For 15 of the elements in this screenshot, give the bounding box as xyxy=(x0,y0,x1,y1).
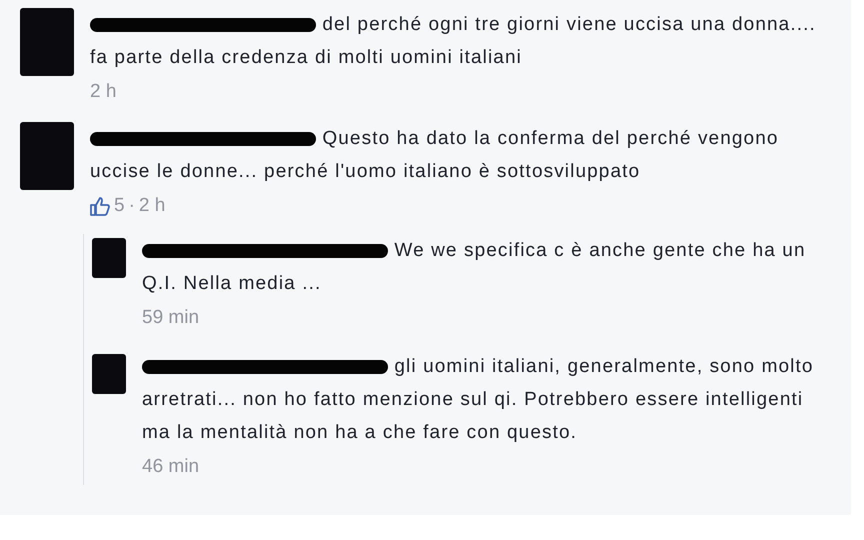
thumbs-up-icon[interactable] xyxy=(90,196,110,216)
comment-text: del perché ogni tre giorni viene uccisa una donna.... fa parte della credenza di molti uomini italiani xyxy=(90,13,817,70)
avatar[interactable] xyxy=(92,238,126,278)
timestamp[interactable]: 2 h xyxy=(90,81,116,103)
like-count: 5 xyxy=(114,195,125,217)
separator: · xyxy=(128,195,135,217)
avatar[interactable] xyxy=(20,8,74,76)
comment-text: We we specifica c è anche gente che ha un Q.I. Nella media ... xyxy=(142,239,807,296)
avatar[interactable] xyxy=(20,122,74,190)
comment-text: gli uomini italiani, generalmente, sono molto arretrati... non ho fatto menzione sul qi. Potrebbero essere intelligenti ma la mentalità non ha a che fare con questo. xyxy=(142,355,815,445)
timestamp[interactable]: 46 min xyxy=(142,456,200,478)
timestamp[interactable]: 2 h xyxy=(138,195,166,217)
comment-text: Questo ha dato la conferma del perché vengono uccise le donne... perché l'uomo italiano è sottosviluppato xyxy=(90,127,780,184)
timestamp[interactable]: 59 min xyxy=(142,307,200,329)
avatar[interactable] xyxy=(92,354,126,394)
